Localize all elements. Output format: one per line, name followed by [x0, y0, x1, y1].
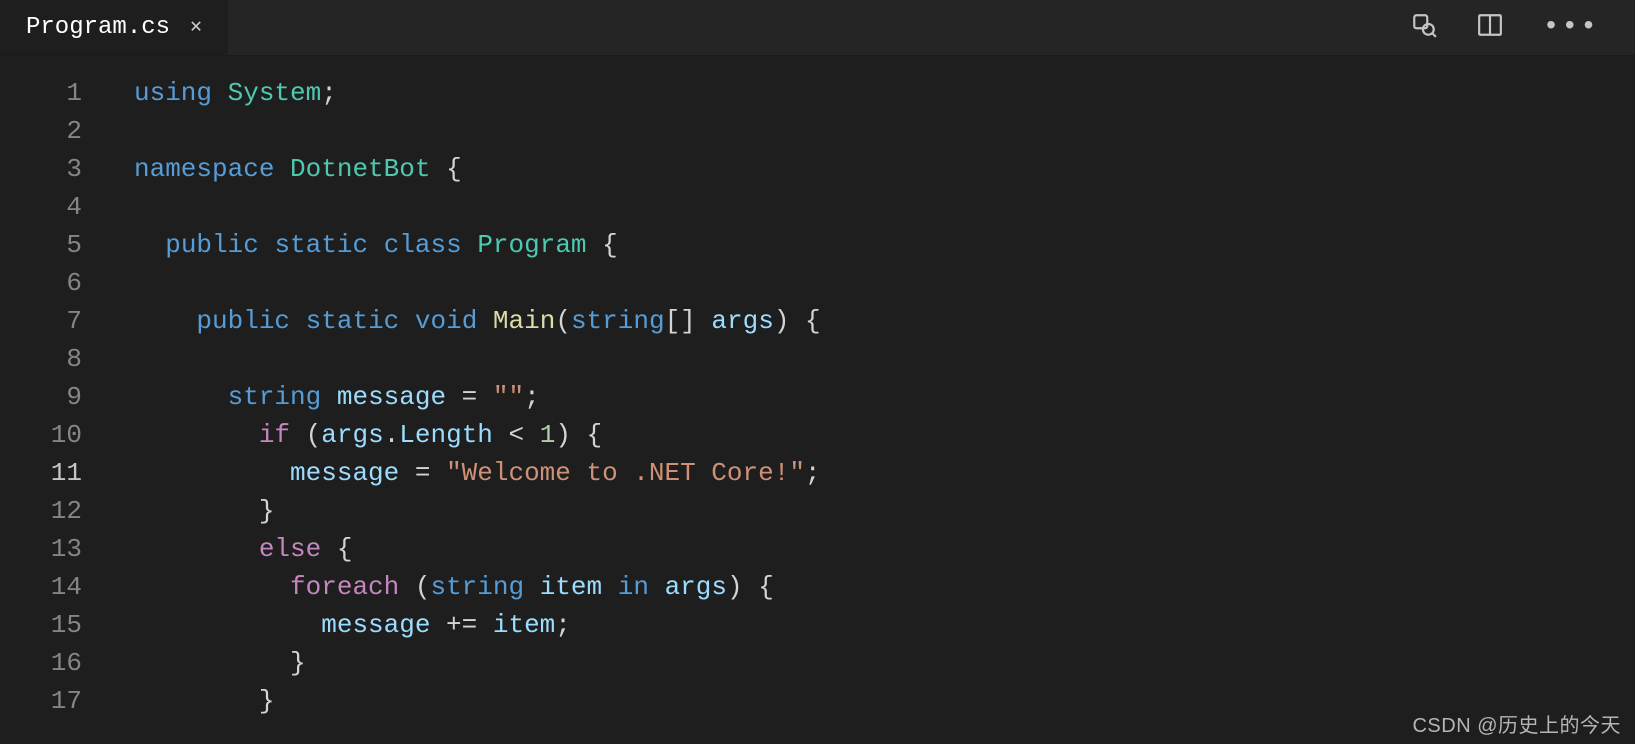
line-number: 8	[0, 340, 82, 378]
code-line[interactable]: }	[110, 492, 1635, 530]
line-number: 13	[0, 530, 82, 568]
line-number: 9	[0, 378, 82, 416]
code-line[interactable]: public static class Program {	[110, 226, 1635, 264]
line-number: 7	[0, 302, 82, 340]
code-line[interactable]: else {	[110, 530, 1635, 568]
line-number: 10	[0, 416, 82, 454]
line-number-gutter: 1234567891011121314151617	[0, 74, 110, 744]
code-editor[interactable]: 1234567891011121314151617 using System; …	[0, 56, 1635, 744]
split-editor-icon[interactable]	[1477, 12, 1503, 43]
line-number: 12	[0, 492, 82, 530]
tab-filename: Program.cs	[26, 14, 170, 41]
code-line[interactable]	[110, 188, 1635, 226]
code-line[interactable]: using System;	[110, 74, 1635, 112]
line-number: 1	[0, 74, 82, 112]
code-line[interactable]: }	[110, 682, 1635, 720]
code-line[interactable]: }	[110, 644, 1635, 682]
tab-bar: Program.cs ✕ •••	[0, 0, 1635, 56]
editor-actions: •••	[1411, 0, 1635, 55]
code-line[interactable]: namespace DotnetBot {	[110, 150, 1635, 188]
close-icon[interactable]: ✕	[190, 18, 202, 38]
line-number: 4	[0, 188, 82, 226]
line-number: 14	[0, 568, 82, 606]
watermark-text: CSDN @历史上的今天	[1412, 709, 1621, 738]
code-line[interactable]: foreach (string item in args) {	[110, 568, 1635, 606]
line-number: 2	[0, 112, 82, 150]
find-icon[interactable]	[1411, 12, 1437, 43]
line-number: 17	[0, 682, 82, 720]
line-number: 16	[0, 644, 82, 682]
line-number: 15	[0, 606, 82, 644]
code-line[interactable]: message = "Welcome to .NET Core!";	[110, 454, 1635, 492]
code-content[interactable]: using System; namespace DotnetBot { publ…	[110, 74, 1635, 744]
line-number: 6	[0, 264, 82, 302]
code-line[interactable]: public static void Main(string[] args) {	[110, 302, 1635, 340]
tab-program-cs[interactable]: Program.cs ✕	[0, 0, 229, 55]
code-line[interactable]	[110, 112, 1635, 150]
code-line[interactable]: string message = "";	[110, 378, 1635, 416]
line-number: 11	[0, 454, 82, 492]
code-line[interactable]: message += item;	[110, 606, 1635, 644]
line-number: 5	[0, 226, 82, 264]
code-line[interactable]	[110, 340, 1635, 378]
code-line[interactable]: if (args.Length < 1) {	[110, 416, 1635, 454]
line-number: 3	[0, 150, 82, 188]
code-line[interactable]	[110, 264, 1635, 302]
